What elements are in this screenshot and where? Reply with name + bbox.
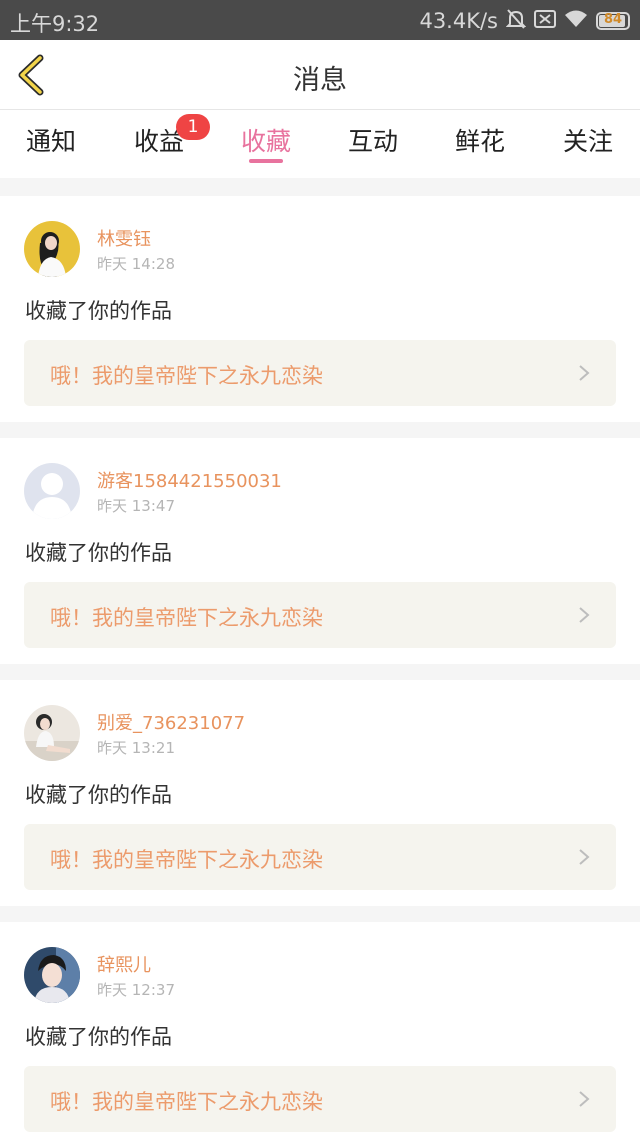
- list-item: 别爱_736231077 昨天 13:21 收藏了你的作品 哦！我的皇帝陛下之永…: [0, 680, 640, 906]
- battery-icon: 84: [596, 12, 630, 30]
- user-name[interactable]: 林雯钰: [97, 225, 151, 251]
- user-name[interactable]: 游客1584421550031: [97, 467, 282, 493]
- message-time: 昨天 12:37: [97, 981, 175, 999]
- page-title: 消息: [293, 65, 347, 96]
- chevron-right-icon: [579, 849, 590, 865]
- message-time: 昨天 14:28: [97, 255, 175, 273]
- status-bar: 上午9:32 43.4K/s 84: [0, 0, 640, 40]
- work-title: 哦！我的皇帝陛下之永九恋染: [50, 848, 323, 872]
- tab-flowers[interactable]: 鲜花: [455, 122, 505, 158]
- tab-notice[interactable]: 通知: [26, 122, 76, 158]
- work-title: 哦！我的皇帝陛下之永九恋染: [50, 606, 323, 630]
- message-time: 昨天 13:21: [97, 739, 175, 757]
- tab-income[interactable]: 收益 1: [134, 114, 210, 158]
- list-item: 林雯钰 昨天 14:28 收藏了你的作品 哦！我的皇帝陛下之永九恋染: [0, 196, 640, 422]
- chevron-right-icon: [579, 607, 590, 623]
- sim-icon: [534, 9, 556, 33]
- avatar[interactable]: [24, 463, 80, 519]
- network-speed: 43.4K/s: [419, 9, 498, 33]
- action-text: 收藏了你的作品: [25, 783, 172, 807]
- wifi-icon: [564, 9, 588, 33]
- work-link[interactable]: 哦！我的皇帝陛下之永九恋染: [24, 824, 616, 890]
- status-right: 43.4K/s 84: [419, 8, 630, 34]
- action-text: 收藏了你的作品: [25, 1025, 172, 1049]
- tab-bar: 通知 收益 1 收藏 互动 鲜花 关注: [0, 110, 640, 178]
- work-link[interactable]: 哦！我的皇帝陛下之永九恋染: [24, 582, 616, 648]
- tab-favorites[interactable]: 收藏: [241, 122, 291, 158]
- action-text: 收藏了你的作品: [25, 541, 172, 565]
- work-link[interactable]: 哦！我的皇帝陛下之永九恋染: [24, 340, 616, 406]
- message-time: 昨天 13:47: [97, 497, 175, 515]
- nav-bar: 消息: [0, 40, 640, 110]
- active-tab-indicator: [249, 159, 283, 163]
- work-link[interactable]: 哦！我的皇帝陛下之永九恋染: [24, 1066, 616, 1132]
- status-time: 上午9:32: [10, 12, 100, 36]
- user-name[interactable]: 辞熙儿: [97, 951, 151, 977]
- work-title: 哦！我的皇帝陛下之永九恋染: [50, 1090, 323, 1114]
- unread-badge: 1: [176, 114, 210, 140]
- avatar[interactable]: [24, 947, 80, 1003]
- battery-level: 84: [603, 12, 623, 27]
- bell-muted-icon: [505, 8, 527, 34]
- list-item: 辞熙儿 昨天 12:37 收藏了你的作品 哦！我的皇帝陛下之永九恋染: [0, 922, 640, 1138]
- avatar[interactable]: [24, 221, 80, 277]
- action-text: 收藏了你的作品: [25, 299, 172, 323]
- avatar[interactable]: [24, 705, 80, 761]
- list-item: 游客1584421550031 昨天 13:47 收藏了你的作品 哦！我的皇帝陛…: [0, 438, 640, 664]
- tab-follow[interactable]: 关注: [563, 122, 613, 158]
- work-title: 哦！我的皇帝陛下之永九恋染: [50, 364, 323, 388]
- tab-interaction[interactable]: 互动: [348, 122, 398, 158]
- user-name[interactable]: 别爱_736231077: [97, 709, 245, 735]
- chevron-right-icon: [579, 365, 590, 381]
- chevron-right-icon: [579, 1091, 590, 1107]
